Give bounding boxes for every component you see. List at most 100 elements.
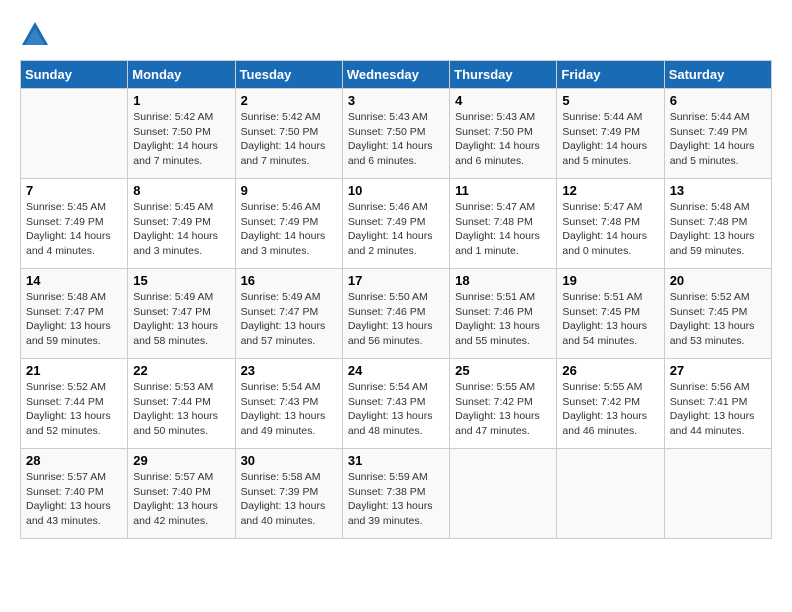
day-info: Sunrise: 5:59 AM Sunset: 7:38 PM Dayligh… [348, 470, 444, 529]
day-number: 10 [348, 183, 444, 198]
day-info: Sunrise: 5:46 AM Sunset: 7:49 PM Dayligh… [348, 200, 444, 259]
day-info: Sunrise: 5:42 AM Sunset: 7:50 PM Dayligh… [241, 110, 337, 169]
day-cell: 23 Sunrise: 5:54 AM Sunset: 7:43 PM Dayli… [235, 359, 342, 449]
day-cell: 10 Sunrise: 5:46 AM Sunset: 7:49 PM Dayli… [342, 179, 449, 269]
day-info: Sunrise: 5:51 AM Sunset: 7:45 PM Dayligh… [562, 290, 658, 349]
day-info: Sunrise: 5:47 AM Sunset: 7:48 PM Dayligh… [562, 200, 658, 259]
day-cell: 12 Sunrise: 5:47 AM Sunset: 7:48 PM Dayli… [557, 179, 664, 269]
day-cell: 21 Sunrise: 5:52 AM Sunset: 7:44 PM Dayli… [21, 359, 128, 449]
day-number: 1 [133, 93, 229, 108]
day-cell: 29 Sunrise: 5:57 AM Sunset: 7:40 PM Dayli… [128, 449, 235, 539]
week-row-4: 21 Sunrise: 5:52 AM Sunset: 7:44 PM Dayli… [21, 359, 772, 449]
day-number: 28 [26, 453, 122, 468]
day-info: Sunrise: 5:52 AM Sunset: 7:44 PM Dayligh… [26, 380, 122, 439]
day-cell: 7 Sunrise: 5:45 AM Sunset: 7:49 PM Daylig… [21, 179, 128, 269]
day-number: 29 [133, 453, 229, 468]
day-number: 20 [670, 273, 766, 288]
week-row-5: 28 Sunrise: 5:57 AM Sunset: 7:40 PM Dayli… [21, 449, 772, 539]
day-number: 7 [26, 183, 122, 198]
day-number: 4 [455, 93, 551, 108]
day-cell: 28Sunrise: 5:57 AM Sunset: 7:40 PM Dayli… [21, 449, 128, 539]
day-cell: 13 Sunrise: 5:48 AM Sunset: 7:48 PM Dayli… [664, 179, 771, 269]
day-number: 19 [562, 273, 658, 288]
day-info: Sunrise: 5:58 AM Sunset: 7:39 PM Dayligh… [241, 470, 337, 529]
day-cell [557, 449, 664, 539]
day-cell: 18 Sunrise: 5:51 AM Sunset: 7:46 PM Dayli… [450, 269, 557, 359]
day-cell: 1 Sunrise: 5:42 AM Sunset: 7:50 PM Daylig… [128, 89, 235, 179]
day-cell: 31 Sunrise: 5:59 AM Sunset: 7:38 PM Dayli… [342, 449, 449, 539]
header-cell-saturday: Saturday [664, 61, 771, 89]
calendar-header: SundayMondayTuesdayWednesdayThursdayFrid… [21, 61, 772, 89]
day-cell: 3 Sunrise: 5:43 AM Sunset: 7:50 PM Daylig… [342, 89, 449, 179]
day-number: 16 [241, 273, 337, 288]
header-cell-thursday: Thursday [450, 61, 557, 89]
day-cell: 11 Sunrise: 5:47 AM Sunset: 7:48 PM Dayli… [450, 179, 557, 269]
day-info: Sunrise: 5:44 AM Sunset: 7:49 PM Dayligh… [562, 110, 658, 169]
day-cell: 16 Sunrise: 5:49 AM Sunset: 7:47 PM Dayli… [235, 269, 342, 359]
day-info: Sunrise: 5:54 AM Sunset: 7:43 PM Dayligh… [241, 380, 337, 439]
day-number: 17 [348, 273, 444, 288]
day-cell: 17 Sunrise: 5:50 AM Sunset: 7:46 PM Dayli… [342, 269, 449, 359]
page-header [20, 20, 772, 50]
header-row: SundayMondayTuesdayWednesdayThursdayFrid… [21, 61, 772, 89]
day-info: Sunrise: 5:44 AM Sunset: 7:49 PM Dayligh… [670, 110, 766, 169]
day-info: Sunrise: 5:57 AM Sunset: 7:40 PM Dayligh… [133, 470, 229, 529]
day-info: Sunrise: 5:52 AM Sunset: 7:45 PM Dayligh… [670, 290, 766, 349]
day-number: 13 [670, 183, 766, 198]
day-cell: 4 Sunrise: 5:43 AM Sunset: 7:50 PM Daylig… [450, 89, 557, 179]
logo [20, 20, 54, 50]
day-info: Sunrise: 5:45 AM Sunset: 7:49 PM Dayligh… [133, 200, 229, 259]
day-number: 31 [348, 453, 444, 468]
day-info: Sunrise: 5:50 AM Sunset: 7:46 PM Dayligh… [348, 290, 444, 349]
day-info: Sunrise: 5:47 AM Sunset: 7:48 PM Dayligh… [455, 200, 551, 259]
day-number: 27 [670, 363, 766, 378]
day-cell: 2Sunrise: 5:42 AM Sunset: 7:50 PM Daylig… [235, 89, 342, 179]
day-info: Sunrise: 5:48 AM Sunset: 7:47 PM Dayligh… [26, 290, 122, 349]
day-cell [450, 449, 557, 539]
day-cell: 9Sunrise: 5:46 AM Sunset: 7:49 PM Daylig… [235, 179, 342, 269]
day-info: Sunrise: 5:48 AM Sunset: 7:48 PM Dayligh… [670, 200, 766, 259]
header-cell-wednesday: Wednesday [342, 61, 449, 89]
day-cell: 15 Sunrise: 5:49 AM Sunset: 7:47 PM Dayli… [128, 269, 235, 359]
day-cell: 24 Sunrise: 5:54 AM Sunset: 7:43 PM Dayli… [342, 359, 449, 449]
day-number: 8 [133, 183, 229, 198]
calendar-table: SundayMondayTuesdayWednesdayThursdayFrid… [20, 60, 772, 539]
day-info: Sunrise: 5:49 AM Sunset: 7:47 PM Dayligh… [133, 290, 229, 349]
header-cell-monday: Monday [128, 61, 235, 89]
day-cell: 5 Sunrise: 5:44 AM Sunset: 7:49 PM Daylig… [557, 89, 664, 179]
day-number: 3 [348, 93, 444, 108]
day-number: 12 [562, 183, 658, 198]
day-info: Sunrise: 5:54 AM Sunset: 7:43 PM Dayligh… [348, 380, 444, 439]
header-cell-sunday: Sunday [21, 61, 128, 89]
day-number: 5 [562, 93, 658, 108]
day-info: Sunrise: 5:43 AM Sunset: 7:50 PM Dayligh… [455, 110, 551, 169]
day-info: Sunrise: 5:56 AM Sunset: 7:41 PM Dayligh… [670, 380, 766, 439]
day-cell: 25Sunrise: 5:55 AM Sunset: 7:42 PM Dayli… [450, 359, 557, 449]
day-info: Sunrise: 5:42 AM Sunset: 7:50 PM Dayligh… [133, 110, 229, 169]
day-number: 24 [348, 363, 444, 378]
day-number: 14 [26, 273, 122, 288]
header-cell-tuesday: Tuesday [235, 61, 342, 89]
week-row-1: 1 Sunrise: 5:42 AM Sunset: 7:50 PM Daylig… [21, 89, 772, 179]
day-cell [21, 89, 128, 179]
day-cell: 6 Sunrise: 5:44 AM Sunset: 7:49 PM Daylig… [664, 89, 771, 179]
day-number: 15 [133, 273, 229, 288]
day-number: 23 [241, 363, 337, 378]
day-info: Sunrise: 5:43 AM Sunset: 7:50 PM Dayligh… [348, 110, 444, 169]
day-number: 18 [455, 273, 551, 288]
week-row-2: 7 Sunrise: 5:45 AM Sunset: 7:49 PM Daylig… [21, 179, 772, 269]
day-info: Sunrise: 5:45 AM Sunset: 7:49 PM Dayligh… [26, 200, 122, 259]
day-cell: 30Sunrise: 5:58 AM Sunset: 7:39 PM Dayli… [235, 449, 342, 539]
day-cell: 8 Sunrise: 5:45 AM Sunset: 7:49 PM Daylig… [128, 179, 235, 269]
day-info: Sunrise: 5:49 AM Sunset: 7:47 PM Dayligh… [241, 290, 337, 349]
day-number: 6 [670, 93, 766, 108]
day-number: 11 [455, 183, 551, 198]
day-info: Sunrise: 5:53 AM Sunset: 7:44 PM Dayligh… [133, 380, 229, 439]
week-row-3: 14 Sunrise: 5:48 AM Sunset: 7:47 PM Dayli… [21, 269, 772, 359]
day-cell: 19 Sunrise: 5:51 AM Sunset: 7:45 PM Dayli… [557, 269, 664, 359]
day-number: 26 [562, 363, 658, 378]
day-number: 9 [241, 183, 337, 198]
day-cell: 27 Sunrise: 5:56 AM Sunset: 7:41 PM Dayli… [664, 359, 771, 449]
day-number: 21 [26, 363, 122, 378]
day-info: Sunrise: 5:51 AM Sunset: 7:46 PM Dayligh… [455, 290, 551, 349]
